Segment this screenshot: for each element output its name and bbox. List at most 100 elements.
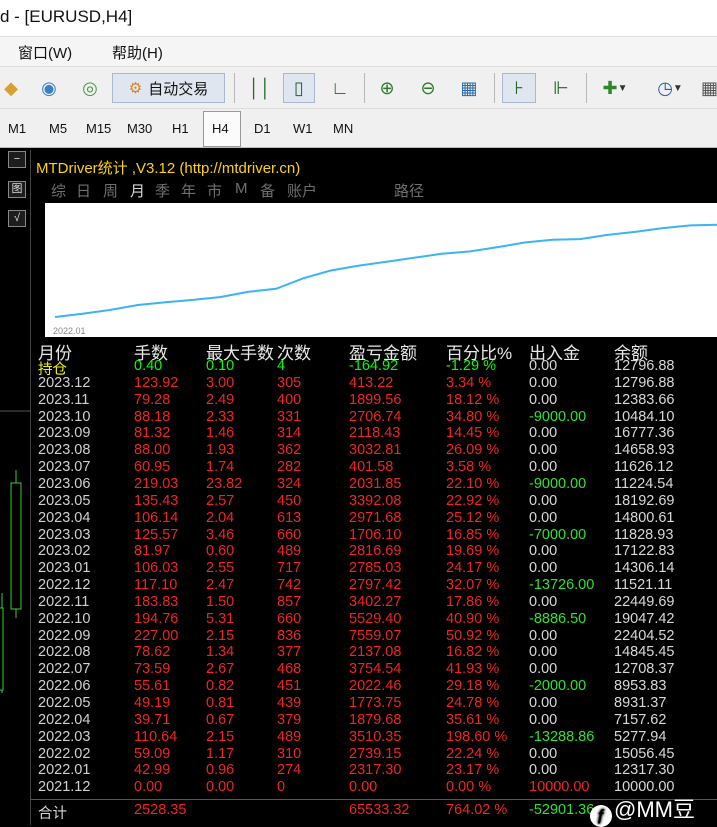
tab-path[interactable]: 路径 <box>394 180 424 201</box>
cell-deposit: -13288.86 <box>529 728 595 745</box>
table-row: 2022.04 39.71 0.67 379 1879.68 35.61 % 0.00 715… <box>31 712 717 729</box>
cell-max-lots: 1.93 <box>206 442 235 459</box>
tile-windows-icon[interactable]: ▦ <box>454 73 484 103</box>
timeframe-m15[interactable]: M15 <box>86 121 111 136</box>
cell-month: 2023.05 <box>38 492 91 509</box>
cell-profit: 3510.35 <box>349 728 402 745</box>
timeframe-bar: M1 M5 M15 M30 H1 H4 D1 W1 MN <box>0 108 717 148</box>
line-chart-icon[interactable]: ∟ <box>325 73 355 103</box>
cell-month: 2022.04 <box>38 711 91 728</box>
cell-count: 439 <box>277 695 302 711</box>
candlestick-icon[interactable]: ▯ <box>283 73 315 103</box>
tab-yearly[interactable]: 年 <box>181 180 196 201</box>
templates-icon[interactable]: ▦ <box>701 73 717 103</box>
cell-count: 0 <box>277 779 286 796</box>
cell-max-lots: 1.74 <box>206 459 235 476</box>
timeframe-w1[interactable]: W1 <box>293 121 313 136</box>
table-row: 2022.06 55.61 0.82 451 2022.46 29.18 % -2000.0… <box>31 678 717 695</box>
cell-deposit: 0.00 <box>529 661 558 678</box>
tab-daily[interactable]: 日 <box>76 180 91 201</box>
cell-lots: 79.28 <box>134 391 171 408</box>
cell-month: 2022.11 <box>38 593 90 610</box>
cell-percent: 16.82 % <box>446 644 500 661</box>
cell-count: 450 <box>277 492 302 509</box>
watermark-text: @MM豆 <box>614 797 695 822</box>
table-row: 2022.05 49.19 0.81 439 1773.75 24.78 % 0.00 893… <box>31 695 717 712</box>
table-row: 2023.06 219.03 23.82 324 2031.85 22.10 % -9000… <box>31 476 717 493</box>
zoom-out-icon[interactable]: ⊖ <box>413 73 443 103</box>
indicators-icon[interactable]: ✚ ▼ <box>594 73 636 103</box>
cell-month: 2023.07 <box>38 459 91 476</box>
cell-balance: 12796.88 <box>614 358 675 374</box>
cell-count: 660 <box>277 610 302 627</box>
signal-icon[interactable]: ◎ <box>76 73 104 103</box>
cell-profit: 5529.40 <box>349 610 402 627</box>
cell-percent: 25.12 % <box>446 509 500 526</box>
cell-percent: 22.92 % <box>446 492 500 509</box>
bar-chart-icon[interactable]: ││ <box>245 73 275 103</box>
cell-month: 2023.01 <box>38 560 91 577</box>
menu-window[interactable]: 窗口(W) <box>18 42 72 63</box>
cell-count: 331 <box>277 408 302 425</box>
timeframe-h1[interactable]: H1 <box>172 121 189 136</box>
cell-balance: 22449.69 <box>614 593 675 610</box>
cell-deposit: 0.00 <box>529 627 558 644</box>
cell-count: 468 <box>277 661 302 678</box>
cell-percent: 3.34 % <box>446 374 492 391</box>
menu-help[interactable]: 帮助(H) <box>112 42 163 63</box>
menu-bar: 窗口(W) 帮助(H) <box>0 36 717 66</box>
tab-quarterly[interactable]: 季 <box>155 180 170 201</box>
cell-profit: 2031.85 <box>349 475 402 492</box>
cell-percent: 14.45 % <box>446 425 500 442</box>
cell-deposit: 0.00 <box>529 509 558 526</box>
auto-trade-button[interactable]: ⚙ 自动交易 <box>112 73 225 103</box>
cell-profit: 2137.08 <box>349 644 402 661</box>
cell-count: 310 <box>277 745 302 762</box>
cell-deposit: -13726.00 <box>529 577 595 594</box>
cell-month: 2022.08 <box>38 644 91 661</box>
cell-profit: 3392.08 <box>349 492 402 509</box>
tab-notes[interactable]: 备 <box>260 180 275 201</box>
timeframe-d1[interactable]: D1 <box>254 121 271 136</box>
cell-count: 379 <box>277 711 302 728</box>
cell-month: 2021.12 <box>38 779 91 796</box>
autoscroll-icon[interactable]: ⊩ <box>545 73 577 103</box>
cell-month: 2023.02 <box>38 543 91 560</box>
cell-max-lots: 1.17 <box>206 745 235 762</box>
cell-lots: 59.09 <box>134 745 171 762</box>
toolbar-separator <box>364 73 365 103</box>
layers-icon[interactable]: ◆ <box>0 73 22 103</box>
navigator-icon[interactable]: ◉ <box>35 73 63 103</box>
cell-deposit: 0.00 <box>529 358 558 374</box>
cell-percent: 16.85 % <box>446 526 500 543</box>
cell-profit: 7559.07 <box>349 627 402 644</box>
timeframe-m30[interactable]: M30 <box>127 121 152 136</box>
equity-chart: 2022.01 <box>45 203 717 337</box>
cell-percent: 35.61 % <box>446 711 500 728</box>
cell-percent: 764.02 % <box>446 802 508 819</box>
tab-monthly[interactable]: 月 <box>130 180 145 201</box>
chart-shift-icon[interactable]: ⊦ <box>502 73 536 103</box>
cell-max-lots: 0.67 <box>206 711 235 728</box>
periods-clock-icon[interactable]: ◷ ▼ <box>648 73 692 103</box>
cell-count: 314 <box>277 425 302 442</box>
timeframe-m1[interactable]: M1 <box>8 121 26 136</box>
tab-magic[interactable]: M <box>235 180 248 197</box>
cell-profit: 1879.68 <box>349 711 402 728</box>
zoom-in-icon[interactable]: ⊕ <box>372 73 402 103</box>
cell-percent: 32.07 % <box>446 577 500 594</box>
cell-lots: 60.95 <box>134 459 171 476</box>
cell-lots: 39.71 <box>134 711 171 728</box>
tab-weekly[interactable]: 周 <box>103 180 118 201</box>
timeframe-mn[interactable]: MN <box>333 121 353 136</box>
tab-market[interactable]: 市 <box>207 180 222 201</box>
tab-summary[interactable]: 综 <box>51 180 66 201</box>
cell-profit: 3754.54 <box>349 661 402 678</box>
cell-balance: 11224.54 <box>614 475 674 492</box>
tab-account[interactable]: 账户 <box>287 180 317 201</box>
cell-count: 400 <box>277 391 302 408</box>
timeframe-m5[interactable]: M5 <box>49 121 67 136</box>
cell-lots: 194.76 <box>134 610 179 627</box>
toolbar: ◆ ◉ ◎ ⚙ 自动交易 ││ ▯ ∟ ⊕ ⊖ ▦ ⊦ ⊩ ✚ ▼ ◷ ▼ ▦ <box>0 66 717 108</box>
timeframe-h4[interactable]: H4 <box>212 121 229 136</box>
